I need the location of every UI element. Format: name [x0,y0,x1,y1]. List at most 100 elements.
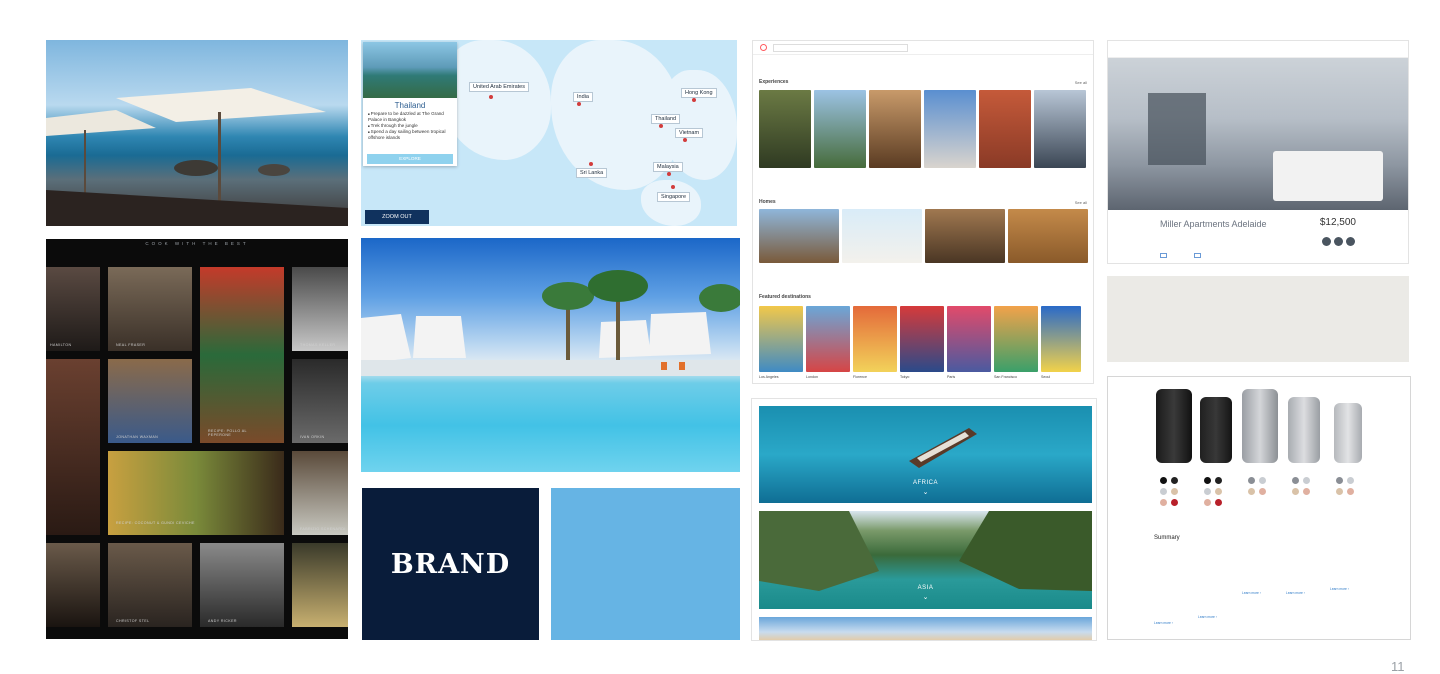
phone-se[interactable] [1334,403,1362,463]
experience-card[interactable] [1034,90,1086,168]
color-swatch[interactable] [1204,499,1211,506]
map-pin-malaysia[interactable] [667,172,671,176]
destination-poster[interactable] [947,306,991,372]
learn-more-link[interactable]: Learn more › [1286,591,1305,596]
color-swatch[interactable] [1303,488,1310,495]
color-swatch[interactable] [1259,488,1266,495]
apartment-listing-screenshot: Miller Apartments Adelaide $12,500 [1107,40,1409,264]
share-icon[interactable] [1322,237,1331,246]
asia-map-panel: United Arab Emirates India Hong Kong Tha… [361,40,737,226]
destination-poster[interactable] [759,306,803,372]
region-africa-card[interactable]: AFRICA ⌄ [759,406,1092,503]
chef-card[interactable] [46,267,100,351]
destination-poster[interactable] [1041,306,1081,372]
color-options [1292,477,1310,495]
map-pin-sri-lanka[interactable] [589,162,593,166]
see-all-link[interactable]: See all [1075,200,1087,205]
map-pin-uae[interactable] [489,95,493,99]
chef-card[interactable] [292,359,348,443]
home-card[interactable] [925,209,1005,263]
destination-poster[interactable] [900,306,944,372]
chef-card[interactable] [108,267,192,351]
color-swatch[interactable] [1347,488,1354,495]
color-swatch[interactable] [1215,499,1222,506]
color-swatch[interactable] [1160,477,1167,484]
chef-card[interactable] [46,543,100,627]
color-swatch[interactable] [1171,488,1178,495]
map-pin-singapore[interactable] [671,185,675,189]
color-swatch[interactable] [1259,477,1266,484]
zoom-out-button[interactable]: ZOOM OUT [365,210,429,224]
search-input[interactable] [773,44,908,52]
chef-card[interactable] [292,451,348,535]
phone-black[interactable] [1200,397,1232,463]
recipe-card[interactable] [200,267,284,443]
travel-regions-screenshot: AFRICA ⌄ ASIA ⌄ [751,398,1097,641]
phone-space-gray-small[interactable] [1288,397,1320,463]
home-card[interactable] [1008,209,1088,263]
home-card[interactable] [759,209,839,263]
color-swatch[interactable] [1171,477,1178,484]
favorite-icon[interactable] [1334,237,1343,246]
color-swatch[interactable] [1248,488,1255,495]
explore-button[interactable]: EXPLORE [367,154,453,164]
map-label-thailand: Thailand [651,114,681,124]
map-pin-thailand[interactable] [659,124,663,128]
destination-poster[interactable] [994,306,1038,372]
learn-more-link[interactable]: Learn more › [1198,615,1217,620]
color-swatch[interactable] [1347,477,1354,484]
chef-card[interactable] [108,543,192,627]
map-pin-vietnam[interactable] [683,138,687,142]
chef-card[interactable] [108,359,192,443]
learn-more-link[interactable]: Learn more › [1154,621,1173,626]
recipe-card[interactable] [46,359,100,535]
map-pin-hong-kong[interactable] [692,98,696,102]
card-title: Thailand [394,101,426,110]
color-swatch[interactable] [1160,499,1167,506]
home-card[interactable] [842,209,922,263]
color-swatch[interactable] [1171,499,1178,506]
color-swatch[interactable] [1215,488,1222,495]
destination-poster[interactable] [806,306,850,372]
color-swatch[interactable] [1303,477,1310,484]
homes-row [759,209,1088,263]
destination-name: Los Angeles [759,375,779,379]
destination-poster[interactable] [853,306,897,372]
region-asia-card[interactable]: ASIA ⌄ [759,511,1092,609]
experience-card[interactable] [759,90,811,168]
color-swatch[interactable] [1248,477,1255,484]
destination-name: Paris [947,375,956,379]
color-swatch[interactable] [1292,477,1299,484]
experience-card[interactable] [869,90,921,168]
chef-name: NEAL FRASER [116,343,146,347]
chevron-down-icon[interactable]: ⌄ [759,593,1092,601]
chef-card[interactable] [292,267,348,351]
color-swatch[interactable] [1215,477,1222,484]
experience-card[interactable] [924,90,976,168]
chef-page-title: COOK WITH THE BEST [145,241,249,246]
map-pin-india[interactable] [577,102,581,106]
color-swatch[interactable] [1336,488,1343,495]
color-swatch[interactable] [1204,488,1211,495]
phone-space-gray[interactable] [1242,389,1278,463]
destinations-row [759,306,1081,372]
rooftop-pool-photo [361,238,740,472]
map-label-singapore: Singapore [657,192,691,202]
recipe-card[interactable] [292,543,348,627]
chevron-down-icon[interactable]: ⌄ [759,488,1092,496]
learn-more-link[interactable]: Learn more › [1330,587,1349,592]
learn-more-link[interactable]: Learn more › [1242,591,1261,596]
color-swatch[interactable] [1204,477,1211,484]
color-swatch[interactable] [1336,477,1343,484]
chef-name: RECIPE: POLLO AL PEPERONE [208,429,247,437]
phone-jet-black[interactable] [1156,389,1192,463]
destination-name: San Francisco [994,375,1017,379]
color-swatch[interactable] [1160,488,1167,495]
chef-card[interactable] [200,543,284,627]
experience-card[interactable] [814,90,866,168]
experience-card[interactable] [979,90,1031,168]
region-card-next[interactable] [759,617,1092,640]
see-all-link[interactable]: See all [1075,80,1087,85]
message-icon[interactable] [1346,237,1355,246]
color-swatch[interactable] [1292,488,1299,495]
